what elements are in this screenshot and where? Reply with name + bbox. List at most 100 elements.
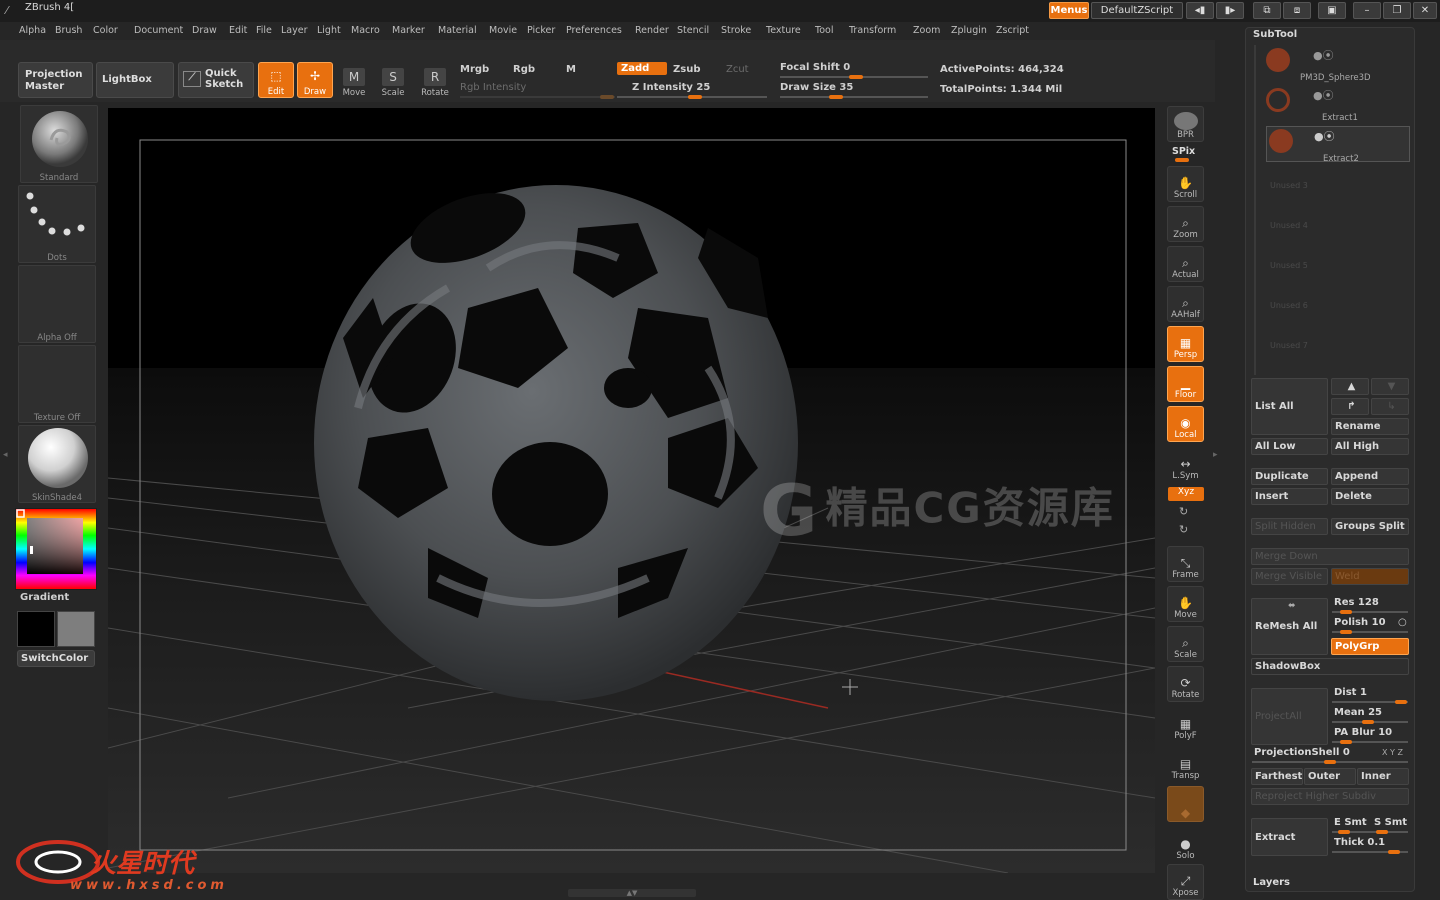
secondary-color-swatch[interactable]: [57, 611, 95, 647]
delete-button[interactable]: Delete: [1331, 488, 1409, 505]
visibility-eye-icon[interactable]: ●⦿: [1313, 87, 1334, 103]
subtool-item-pm3d-sphere3d[interactable]: ●⦿ PM3D_Sphere3D: [1266, 46, 1411, 83]
alpha-selector[interactable]: [18, 265, 96, 343]
menu-macro[interactable]: Macro: [351, 25, 380, 36]
menu-tool[interactable]: Tool: [815, 25, 833, 36]
e-smt-slider[interactable]: E Smt: [1334, 817, 1367, 828]
switch-color-button[interactable]: SwitchColor: [17, 650, 95, 667]
edit-mode-button[interactable]: ⬚ Edit: [258, 62, 294, 98]
dist-slider[interactable]: Dist 1: [1334, 687, 1367, 698]
polish-slider[interactable]: Polish 10: [1334, 617, 1386, 628]
rotate-view-button[interactable]: ⟳ Rotate: [1167, 666, 1204, 702]
layout-alt-icon[interactable]: ⧈: [1283, 2, 1311, 19]
transp-button[interactable]: ▤ Transp: [1167, 746, 1204, 782]
zcut-toggle[interactable]: Zcut: [726, 64, 749, 75]
frame-button[interactable]: ⤡ Frame: [1167, 546, 1204, 582]
rotate-z-icon[interactable]: ↻: [1179, 523, 1188, 536]
rgb-intensity-slider[interactable]: Rgb Intensity: [460, 82, 526, 93]
menu-marker[interactable]: Marker: [392, 25, 425, 36]
rgb-toggle[interactable]: Rgb: [513, 64, 535, 75]
left-tray-handle-icon[interactable]: ◂: [3, 450, 9, 464]
m-toggle[interactable]: M: [566, 64, 576, 75]
polish-circle-icon[interactable]: ○: [1398, 617, 1407, 628]
scale-mode-button[interactable]: S Scale: [375, 62, 411, 98]
rotate-mode-button[interactable]: R Rotate: [417, 62, 453, 98]
menu-color[interactable]: Color: [93, 25, 118, 36]
rotate-y-icon[interactable]: ↻: [1179, 505, 1188, 518]
layers-header[interactable]: Layers: [1253, 877, 1290, 888]
menu-document[interactable]: Document: [134, 25, 183, 36]
split-hidden-button[interactable]: Split Hidden: [1251, 518, 1328, 535]
subtool-header[interactable]: SubTool: [1253, 29, 1297, 40]
gradient-label[interactable]: Gradient: [20, 592, 69, 603]
spix-slider[interactable]: SPix: [1172, 146, 1195, 157]
outer-toggle[interactable]: Outer: [1304, 768, 1356, 785]
rename-button[interactable]: Rename: [1331, 418, 1409, 435]
draw-size-knob[interactable]: [829, 95, 843, 99]
menu-stencil[interactable]: Stencil: [677, 25, 709, 36]
pa-blur-slider[interactable]: PA Blur 10: [1334, 727, 1392, 738]
menu-stroke[interactable]: Stroke: [721, 25, 751, 36]
bottom-tray-handle-icon[interactable]: ▲▼: [568, 889, 696, 897]
menu-layer[interactable]: Layer: [281, 25, 308, 36]
draw-mode-button[interactable]: ✢ Draw: [297, 62, 333, 98]
move-up-icon[interactable]: ▲: [1331, 378, 1369, 395]
menu-preferences[interactable]: Preferences: [566, 25, 622, 36]
polish-knob[interactable]: [1340, 630, 1352, 634]
xyz-button[interactable]: Xyz: [1168, 487, 1204, 501]
menus-button[interactable]: Menus: [1049, 2, 1089, 19]
mrgb-toggle[interactable]: Mrgb: [460, 64, 489, 75]
visibility-eye-icon[interactable]: ●⦿: [1314, 128, 1335, 144]
groups-split-button[interactable]: Groups Split: [1331, 518, 1409, 535]
thick-slider[interactable]: Thick 0.1: [1334, 837, 1385, 848]
menu-material[interactable]: Material: [438, 25, 477, 36]
s-smt-knob[interactable]: [1376, 830, 1388, 834]
right-tray-handle-icon[interactable]: ▸: [1213, 450, 1219, 464]
menu-render[interactable]: Render: [635, 25, 669, 36]
res-slider[interactable]: Res 128: [1334, 597, 1379, 608]
restore-icon[interactable]: ❐: [1383, 2, 1411, 19]
subtool-item-extract2[interactable]: ●⦿ Extract2: [1266, 126, 1410, 164]
rgb-intensity-knob[interactable]: [600, 95, 614, 99]
palette-right-icon[interactable]: ▮▸: [1216, 2, 1244, 19]
close-icon[interactable]: ✕: [1413, 2, 1437, 19]
minimize-icon[interactable]: –: [1353, 2, 1381, 19]
color-picker[interactable]: [15, 508, 97, 590]
solo-button[interactable]: ● Solo: [1167, 826, 1204, 862]
menu-zoom[interactable]: Zoom: [913, 25, 940, 36]
menu-brush[interactable]: Brush: [55, 25, 82, 36]
all-high-button[interactable]: All High: [1331, 438, 1409, 455]
inner-toggle[interactable]: Inner: [1357, 768, 1409, 785]
insert-button[interactable]: Insert: [1251, 488, 1328, 505]
pa-blur-knob[interactable]: [1340, 740, 1352, 744]
menu-movie[interactable]: Movie: [489, 25, 517, 36]
ghost-button[interactable]: ◆: [1167, 786, 1204, 822]
arrow-back-icon[interactable]: ↳: [1371, 398, 1409, 415]
polyf-button[interactable]: ▦ PolyF: [1167, 706, 1204, 742]
zsub-toggle[interactable]: Zsub: [673, 64, 700, 75]
all-low-button[interactable]: All Low: [1251, 438, 1328, 455]
thick-knob[interactable]: [1388, 850, 1400, 854]
menu-transform[interactable]: Transform: [849, 25, 896, 36]
move-view-button[interactable]: ✋ Move: [1167, 586, 1204, 622]
brush-selector[interactable]: [20, 105, 98, 183]
menu-zplugin[interactable]: Zplugin: [951, 25, 987, 36]
reproject-higher-subdiv-button[interactable]: Reproject Higher Subdiv: [1251, 788, 1409, 805]
primary-color-swatch[interactable]: [17, 611, 55, 647]
farthest-toggle[interactable]: Farthest: [1251, 768, 1303, 785]
scroll-button[interactable]: ✋ Scroll: [1167, 166, 1204, 202]
layout-icon[interactable]: ⧉: [1253, 2, 1281, 19]
res-knob[interactable]: [1340, 610, 1352, 614]
duplicate-button[interactable]: Duplicate: [1251, 468, 1328, 485]
persp-button[interactable]: ▦ Persp: [1167, 326, 1204, 362]
project-all-button[interactable]: ProjectAll: [1251, 688, 1328, 745]
polygrp-toggle[interactable]: PolyGrp: [1331, 638, 1409, 655]
append-button[interactable]: Append: [1331, 468, 1409, 485]
focal-shift-slider[interactable]: Focal Shift 0: [780, 62, 850, 73]
menu-zscript[interactable]: Zscript: [996, 25, 1029, 36]
extract-button[interactable]: Extract: [1251, 818, 1328, 856]
zadd-toggle[interactable]: Zadd: [617, 62, 667, 75]
arrow-right-icon[interactable]: ↱: [1331, 398, 1369, 415]
material-selector[interactable]: [18, 425, 96, 503]
lsym-button[interactable]: ↔ L.Sym: [1167, 446, 1204, 482]
